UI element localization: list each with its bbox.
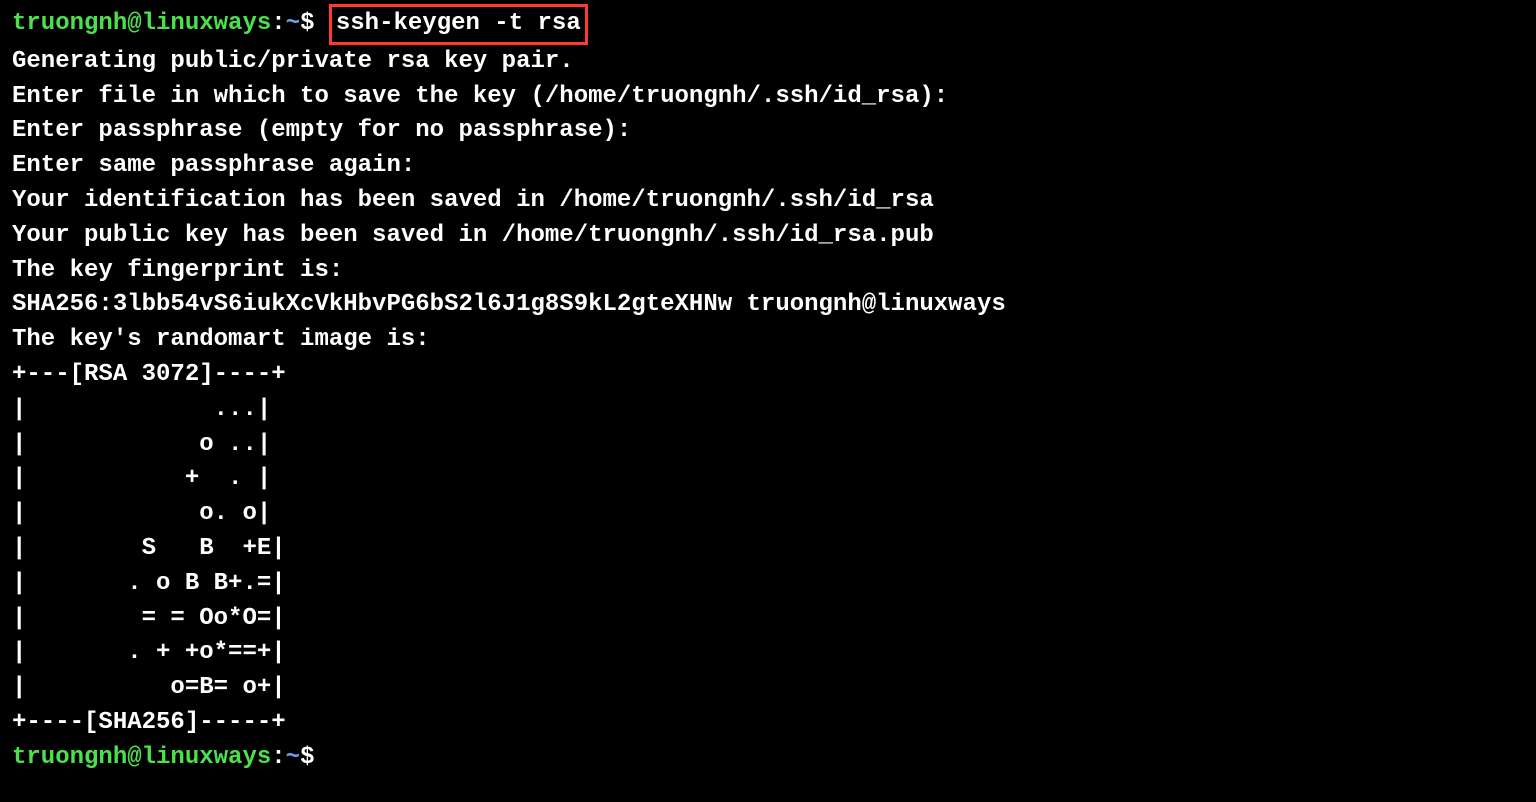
randomart-line: +---[RSA 3072]----+: [12, 358, 1524, 393]
randomart-line: | o=B= o+|: [12, 671, 1524, 706]
randomart-line: | o. o|: [12, 497, 1524, 532]
randomart-line: | + . |: [12, 462, 1524, 497]
prompt-dollar: $: [300, 744, 314, 771]
prompt-line-1[interactable]: truongnh@linuxways:~$ ssh-keygen -t rsa: [12, 4, 1524, 45]
randomart-line: +----[SHA256]-----+: [12, 706, 1524, 741]
prompt-dollar: $: [300, 10, 314, 37]
output-line: The key's randomart image is:: [12, 323, 1524, 358]
prompt-path: ~: [286, 744, 300, 771]
output-line: Your public key has been saved in /home/…: [12, 219, 1524, 254]
prompt-user: truongnh: [12, 744, 127, 771]
output-line: Enter passphrase (empty for no passphras…: [12, 114, 1524, 149]
randomart-line: | . o B B+.=|: [12, 567, 1524, 602]
highlighted-command: ssh-keygen -t rsa: [329, 4, 588, 45]
prompt-path: ~: [286, 10, 300, 37]
output-line: SHA256:3lbb54vS6iukXcVkHbvPG6bS2l6J1g8S9…: [12, 288, 1524, 323]
prompt-host: linuxways: [142, 10, 272, 37]
randomart-line: | ...|: [12, 393, 1524, 428]
output-line: Enter same passphrase again:: [12, 149, 1524, 184]
prompt-at: @: [127, 744, 141, 771]
randomart-line: | . + +o*==+|: [12, 636, 1524, 671]
prompt-colon: :: [271, 10, 285, 37]
prompt-user: truongnh: [12, 10, 127, 37]
prompt-line-2[interactable]: truongnh@linuxways:~$: [12, 741, 1524, 776]
output-line: Enter file in which to save the key (/ho…: [12, 80, 1524, 115]
output-line: Your identification has been saved in /h…: [12, 184, 1524, 219]
randomart-line: | S B +E|: [12, 532, 1524, 567]
output-line: The key fingerprint is:: [12, 254, 1524, 289]
prompt-colon: :: [271, 744, 285, 771]
prompt-at: @: [127, 10, 141, 37]
randomart-line: | o ..|: [12, 428, 1524, 463]
prompt-host: linuxways: [142, 744, 272, 771]
randomart-line: | = = Oo*O=|: [12, 602, 1524, 637]
output-line: Generating public/private rsa key pair.: [12, 45, 1524, 80]
